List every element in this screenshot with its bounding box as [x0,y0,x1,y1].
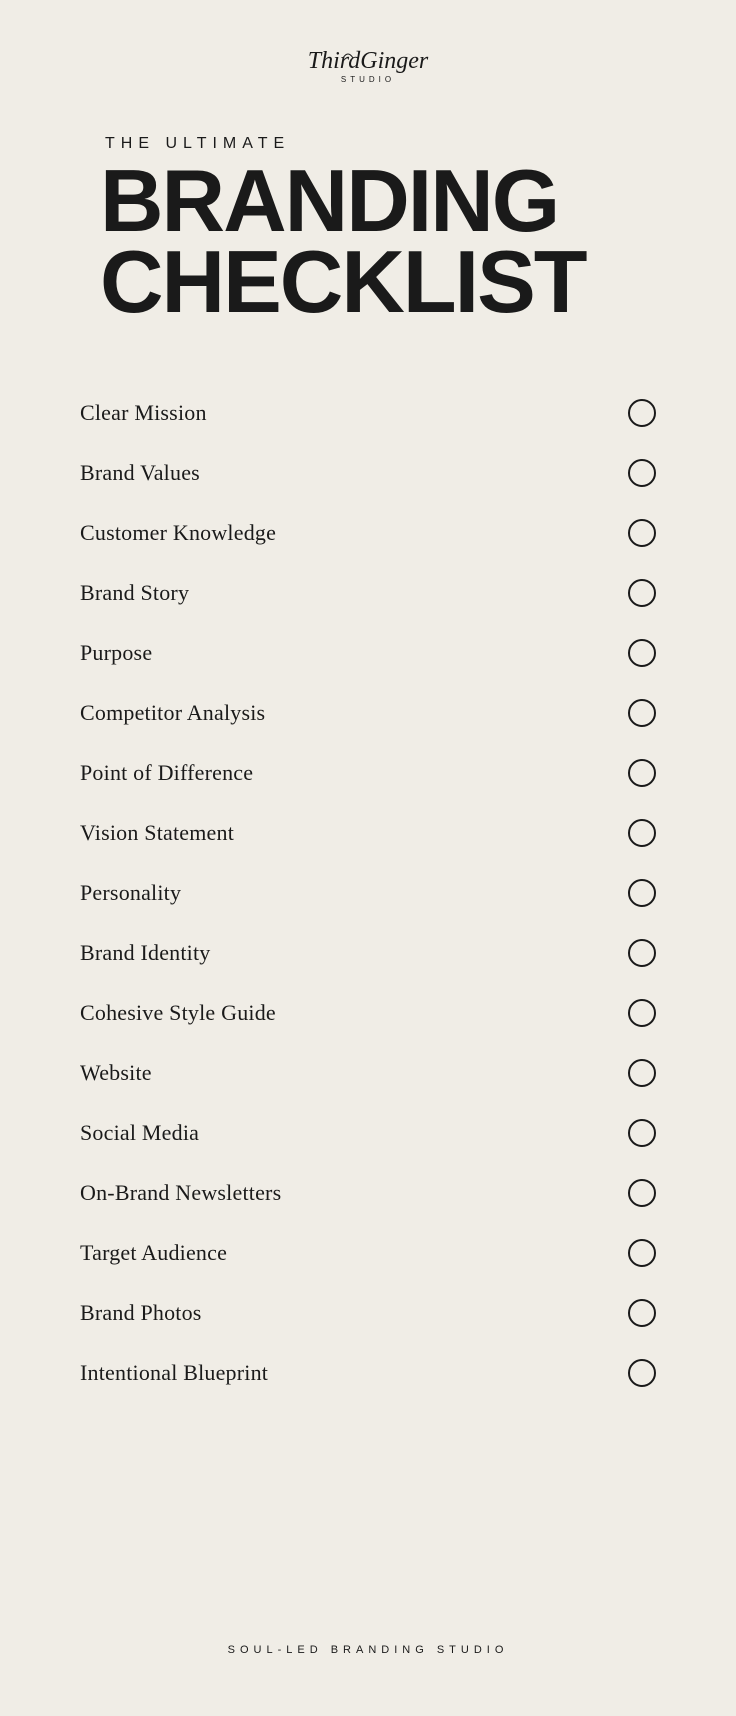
checklist-label: Customer Knowledge [80,520,276,546]
checklist-label: Brand Story [80,580,189,606]
checklist-circle[interactable] [628,1359,656,1387]
checklist-circle[interactable] [628,1119,656,1147]
checklist-label: Brand Values [80,460,200,486]
checklist-label: Website [80,1060,152,1086]
checklist-circle[interactable] [628,519,656,547]
checklist-label: On-Brand Newsletters [80,1180,281,1206]
checklist-item[interactable]: Cohesive Style Guide [80,983,656,1043]
checklist-item[interactable]: Website [80,1043,656,1103]
page-wrapper: ThirdGinger STUDIO THE ULTIMATE BRANDING… [0,0,736,1716]
checklist-item[interactable]: Competitor Analysis [80,683,656,743]
checklist-circle[interactable] [628,879,656,907]
checklist-circle[interactable] [628,699,656,727]
checklist-item[interactable]: Point of Difference [80,743,656,803]
checklist-circle[interactable] [628,1299,656,1327]
logo: ThirdGinger STUDIO [288,40,448,95]
checklist-item[interactable]: Clear Mission [80,383,656,443]
checklist-circle[interactable] [628,1239,656,1267]
checklist-label: Cohesive Style Guide [80,1000,276,1026]
checklist-circle[interactable] [628,939,656,967]
checklist-label: Vision Statement [80,820,234,846]
logo-area: ThirdGinger STUDIO [288,40,448,95]
checklist-label: Brand Photos [80,1300,202,1326]
footer: SOUL-LED BRANDING STUDIO [228,1584,509,1656]
checklist-label: Brand Identity [80,940,211,966]
title-line2: CHECKLIST [100,232,586,331]
checklist-item[interactable]: Customer Knowledge [80,503,656,563]
checklist-label: Clear Mission [80,400,207,426]
checklist-item[interactable]: Personality [80,863,656,923]
checklist-circle[interactable] [628,819,656,847]
checklist-item[interactable]: Brand Identity [80,923,656,983]
checklist-item[interactable]: Brand Story [80,563,656,623]
svg-text:ThirdGinger: ThirdGinger [308,48,429,74]
checklist-label: Target Audience [80,1240,227,1266]
checklist-item[interactable]: Vision Statement [80,803,656,863]
checklist-item[interactable]: Purpose [80,623,656,683]
checklist-item[interactable]: Target Audience [80,1223,656,1283]
main-title: BRANDING CHECKLIST [100,161,636,323]
checklist-circle[interactable] [628,759,656,787]
checklist-circle[interactable] [628,399,656,427]
checklist-label: Social Media [80,1120,199,1146]
header-section: THE ULTIMATE BRANDING CHECKLIST [0,135,736,323]
checklist-section: Clear Mission Brand Values Customer Knowle… [0,383,736,1403]
checklist-label: Point of Difference [80,760,253,786]
checklist-item[interactable]: Social Media [80,1103,656,1163]
checklist-circle[interactable] [628,639,656,667]
checklist-circle[interactable] [628,1059,656,1087]
checklist-circle[interactable] [628,579,656,607]
checklist-item[interactable]: Brand Photos [80,1283,656,1343]
checklist-label: Purpose [80,640,152,666]
checklist-label: Intentional Blueprint [80,1360,268,1386]
checklist-item[interactable]: On-Brand Newsletters [80,1163,656,1223]
checklist-item[interactable]: Brand Values [80,443,656,503]
checklist-circle[interactable] [628,1179,656,1207]
svg-text:STUDIO: STUDIO [341,75,395,84]
checklist-label: Personality [80,880,181,906]
checklist-label: Competitor Analysis [80,700,265,726]
checklist-circle[interactable] [628,459,656,487]
checklist-circle[interactable] [628,999,656,1027]
checklist-item[interactable]: Intentional Blueprint [80,1343,656,1403]
